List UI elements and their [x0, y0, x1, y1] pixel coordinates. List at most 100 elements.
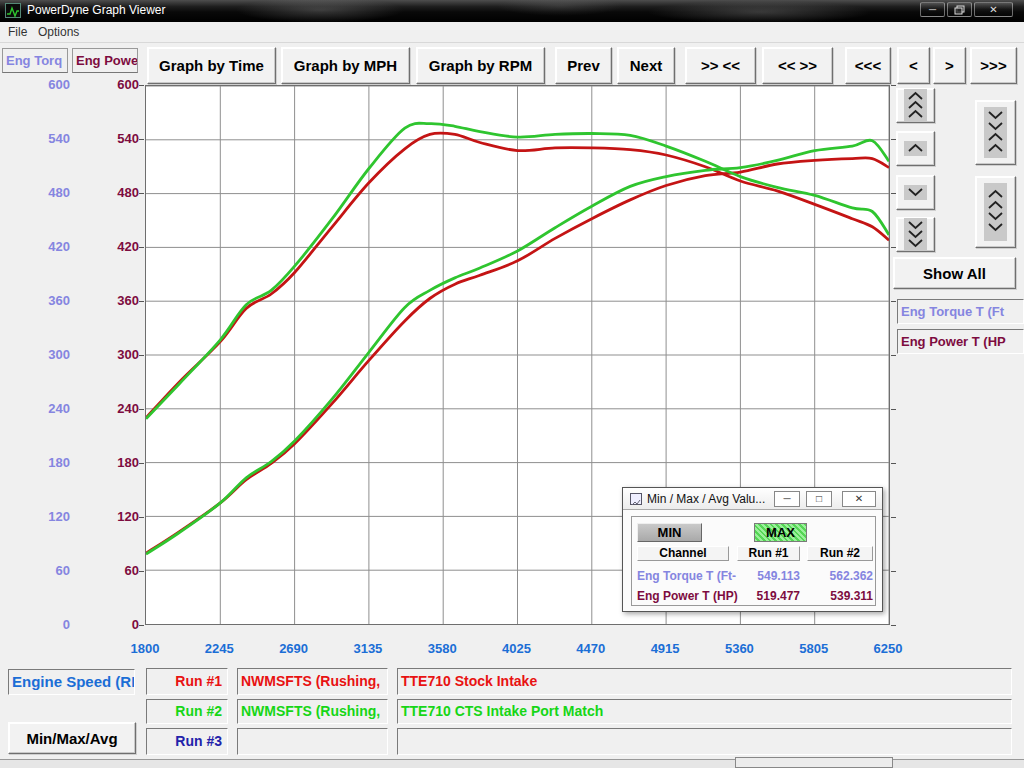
- chevron-icon: [904, 89, 927, 122]
- tab-eng-torque[interactable]: Eng Torq: [2, 48, 68, 73]
- window-title: PowerDyne Graph Viewer: [27, 3, 166, 17]
- chevron-icon: [984, 107, 1007, 158]
- y-scroll-up-button[interactable]: [896, 131, 935, 166]
- torque-axis-label: 120: [20, 509, 70, 525]
- y-scroll-up-fast-button[interactable]: [896, 88, 935, 123]
- minmax-value-run2: 539.311: [807, 589, 873, 603]
- rpm-axis-label: 4025: [485, 641, 549, 656]
- run-file-field-2[interactable]: NWMSFTS (Rushing,: [237, 699, 388, 724]
- minmax-minimize-button[interactable]: ─: [774, 491, 800, 507]
- axis-tick: [139, 409, 144, 410]
- zoom-out-x-button[interactable]: << >>: [762, 47, 833, 84]
- minmax-maximize-button[interactable]: □: [806, 491, 832, 507]
- axis-tick: [891, 517, 896, 518]
- show-all-button[interactable]: Show All: [893, 257, 1016, 289]
- axis-tick: [139, 301, 144, 302]
- axis-tick: [891, 355, 896, 356]
- minmax-header-channel[interactable]: Channel: [637, 546, 729, 561]
- min-toggle-button[interactable]: MIN: [637, 523, 702, 542]
- torque-axis-label: 480: [20, 185, 70, 201]
- y-scroll-down-button[interactable]: [896, 175, 935, 210]
- run-file-field-3[interactable]: [237, 728, 388, 755]
- minmax-header-run-2[interactable]: Run #2: [807, 546, 873, 561]
- axis-tick: [139, 625, 144, 626]
- axis-tick: [139, 355, 144, 356]
- y-zoom-in-button[interactable]: [975, 100, 1016, 165]
- app-window: PowerDyne Graph Viewer ─ ✕ File Options …: [0, 0, 1024, 768]
- scroll-left-fast-button[interactable]: <<<: [845, 47, 891, 84]
- rpm-axis-label: 5805: [782, 641, 846, 656]
- max-toggle-button[interactable]: MAX: [754, 523, 807, 542]
- zoom-in-x-button[interactable]: >> <<: [685, 47, 756, 84]
- scroll-right-button[interactable]: >: [933, 47, 966, 84]
- power-axis-label: 360: [89, 293, 139, 309]
- minmax-value-run1: 519.477: [737, 589, 800, 603]
- run-desc-field-3[interactable]: [397, 728, 1012, 755]
- run-file-field-1[interactable]: NWMSFTS (Rushing,: [237, 668, 388, 695]
- torque-channel-field[interactable]: Eng Torque T (Ft: [897, 299, 1024, 324]
- prev-button[interactable]: Prev: [555, 47, 612, 84]
- graph-by-time-button[interactable]: Graph by Time: [147, 47, 276, 84]
- menu-bar: File Options: [0, 22, 1024, 43]
- torque-axis-label: 360: [20, 293, 70, 309]
- run-label-field-1[interactable]: Run #1: [146, 668, 228, 695]
- close-button[interactable]: ✕: [974, 2, 1013, 17]
- minmax-dialog-titlebar[interactable]: Min / Max / Avg Valu... ─ □ ✕: [623, 488, 882, 510]
- rpm-axis-label: 3135: [336, 641, 400, 656]
- title-bar: PowerDyne Graph Viewer ─ ✕: [0, 0, 1024, 22]
- minmax-dialog[interactable]: Min / Max / Avg Valu... ─ □ ✕ MIN MAX Ch…: [622, 487, 883, 612]
- run-label-field-2[interactable]: Run #2: [146, 699, 228, 724]
- rpm-axis-label: 3580: [410, 641, 474, 656]
- minmax-header-run-1[interactable]: Run #1: [737, 546, 800, 561]
- run-desc-field-1[interactable]: TTE710 Stock Intake: [397, 668, 1012, 695]
- rpm-axis-label: 6250: [856, 641, 920, 656]
- power-channel-field[interactable]: Eng Power T (HP: [897, 329, 1024, 354]
- chevron-icon: [984, 183, 1007, 241]
- menu-file[interactable]: File: [8, 25, 27, 39]
- y-zoom-out-button[interactable]: [975, 176, 1016, 248]
- axis-tick: [891, 301, 896, 302]
- axis-tick: [139, 247, 144, 248]
- power-axis-label: 120: [89, 509, 139, 525]
- minmax-avg-button[interactable]: Min/Max/Avg: [8, 722, 136, 754]
- minmax-value-run2: 562.362: [807, 569, 873, 583]
- power-axis-label: 480: [89, 185, 139, 201]
- torque-axis-label: 180: [20, 455, 70, 471]
- axis-tick: [139, 517, 144, 518]
- torque-axis-label: 0: [20, 617, 70, 633]
- power-axis-label: 180: [89, 455, 139, 471]
- y-scroll-down-fast-button[interactable]: [896, 217, 935, 252]
- axis-tick: [139, 571, 144, 572]
- minimize-button[interactable]: ─: [920, 2, 945, 17]
- app-icon: [5, 3, 21, 18]
- run-label-field-3[interactable]: Run #3: [146, 728, 228, 755]
- axis-tick: [891, 85, 896, 86]
- axis-tick: [891, 571, 896, 572]
- rpm-axis-label: 1800: [113, 641, 177, 656]
- power-axis-label: 60: [89, 563, 139, 579]
- minmax-row-channel: Eng Power T (HP): [637, 589, 738, 603]
- status-box: [735, 757, 893, 768]
- axis-tick: [891, 625, 896, 626]
- graph-by-mph-button[interactable]: Graph by MPH: [281, 47, 410, 84]
- chevron-icon: [904, 218, 927, 251]
- next-button[interactable]: Next: [617, 47, 675, 84]
- minmax-row-channel: Eng Torque T (Ft-: [637, 569, 736, 583]
- torque-axis-label: 600: [20, 77, 70, 93]
- minmax-close-button[interactable]: ✕: [842, 491, 876, 507]
- scroll-left-button[interactable]: <: [897, 47, 930, 84]
- torque-axis-label: 240: [20, 401, 70, 417]
- torque-axis-label: 300: [20, 347, 70, 363]
- scroll-right-fast-button[interactable]: >>>: [970, 47, 1017, 84]
- rpm-axis-label: 4470: [559, 641, 623, 656]
- rpm-axis-label: 2245: [187, 641, 251, 656]
- tab-eng-power[interactable]: Eng Powe: [72, 48, 138, 73]
- x-channel-field[interactable]: Engine Speed (RP: [8, 669, 135, 695]
- run-desc-field-2[interactable]: TTE710 CTS Intake Port Match: [397, 699, 1012, 724]
- maximize-button[interactable]: [947, 2, 972, 17]
- menu-options[interactable]: Options: [38, 25, 79, 39]
- power-axis-label: 540: [89, 131, 139, 147]
- graph-by-rpm-button[interactable]: Graph by RPM: [416, 47, 545, 84]
- rpm-axis-label: 4915: [633, 641, 697, 656]
- torque-axis-label: 60: [20, 563, 70, 579]
